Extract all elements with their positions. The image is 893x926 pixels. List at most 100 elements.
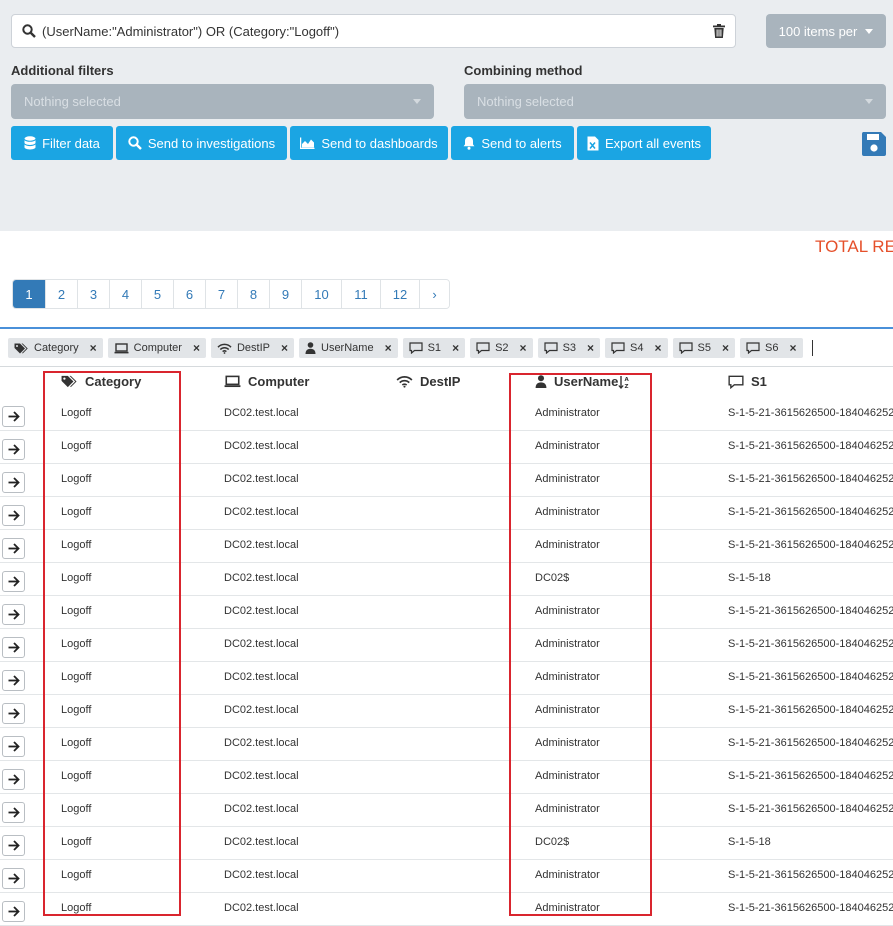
- cell-computer: DC02.test.local: [224, 671, 299, 683]
- open-event-button[interactable]: [2, 637, 25, 658]
- arrow-right-icon: [8, 477, 20, 488]
- page-button[interactable]: 8: [238, 280, 270, 308]
- excel-file-icon: [587, 136, 599, 150]
- field-chip-s3[interactable]: S3 ×: [537, 338, 601, 358]
- open-event-button[interactable]: [2, 769, 25, 790]
- open-event-button[interactable]: [2, 868, 25, 889]
- filter-data-button[interactable]: Filter data: [11, 126, 113, 160]
- page-button[interactable]: 5: [142, 280, 174, 308]
- arrow-right-icon: [8, 543, 20, 554]
- close-icon[interactable]: ×: [193, 341, 200, 355]
- cell-s1: S-1-5-21-3615626500-1840462520: [728, 407, 893, 419]
- close-icon[interactable]: ×: [90, 341, 97, 355]
- page-button[interactable]: 6: [174, 280, 206, 308]
- send-to-investigations-button[interactable]: Send to investigations: [116, 126, 287, 160]
- close-icon[interactable]: ×: [587, 341, 594, 355]
- export-all-events-label: Export all events: [604, 135, 702, 151]
- save-icon[interactable]: [861, 131, 887, 157]
- open-event-button[interactable]: [2, 835, 25, 856]
- arrow-right-icon: [8, 741, 20, 752]
- page-button[interactable]: 11: [342, 280, 381, 308]
- highlight-box-username: [509, 373, 652, 916]
- additional-filters-select[interactable]: Nothing selected: [11, 84, 434, 119]
- arrow-right-icon: [8, 774, 20, 785]
- chip-label: S1: [427, 342, 442, 354]
- arrow-right-icon: [8, 708, 20, 719]
- cell-computer: DC02.test.local: [224, 836, 299, 848]
- close-icon[interactable]: ×: [385, 341, 392, 355]
- field-chip-s4[interactable]: S4 ×: [605, 338, 668, 358]
- send-to-alerts-label: Send to alerts: [481, 135, 562, 151]
- field-chip-s2[interactable]: S2 ×: [470, 338, 533, 358]
- export-all-events-button[interactable]: Export all events: [577, 126, 711, 160]
- field-chip-computer[interactable]: Computer ×: [107, 338, 206, 358]
- cell-s1: S-1-5-21-3615626500-1840462520: [728, 605, 893, 617]
- open-event-button[interactable]: [2, 571, 25, 592]
- field-chip-destip[interactable]: DestIP ×: [210, 338, 294, 358]
- laptop-icon: [224, 375, 241, 388]
- page-button[interactable]: 1: [13, 280, 46, 308]
- field-chip-username[interactable]: UserName ×: [299, 338, 398, 358]
- open-event-button[interactable]: [2, 472, 25, 493]
- cell-s1: S-1-5-21-3615626500-1840462520: [728, 803, 893, 815]
- close-icon[interactable]: ×: [789, 341, 796, 355]
- open-event-button[interactable]: [2, 406, 25, 427]
- cell-s1: S-1-5-21-3615626500-1840462520: [728, 869, 893, 881]
- open-event-button[interactable]: [2, 538, 25, 559]
- field-chip-s1[interactable]: S1 ×: [402, 338, 466, 358]
- chip-label: S4: [630, 342, 644, 354]
- cell-s1: S-1-5-21-3615626500-1840462520: [728, 770, 893, 782]
- open-event-button[interactable]: [2, 604, 25, 625]
- close-icon[interactable]: ×: [281, 341, 288, 355]
- open-event-button[interactable]: [2, 901, 25, 922]
- next-page-button[interactable]: ›: [420, 280, 449, 308]
- column-header-s1[interactable]: S1: [728, 374, 767, 389]
- comment-icon: [611, 342, 625, 354]
- send-to-dashboards-label: Send to dashboards: [321, 135, 438, 151]
- additional-filters-placeholder: Nothing selected: [24, 94, 121, 109]
- close-icon[interactable]: ×: [722, 341, 729, 355]
- column-header-computer[interactable]: Computer: [224, 374, 309, 389]
- open-event-button[interactable]: [2, 505, 25, 526]
- page-button[interactable]: 2: [46, 280, 78, 308]
- close-icon[interactable]: ×: [655, 341, 662, 355]
- cell-computer: DC02.test.local: [224, 704, 299, 716]
- cell-computer: DC02.test.local: [224, 539, 299, 551]
- open-event-button[interactable]: [2, 736, 25, 757]
- chip-label: Category: [34, 342, 79, 354]
- page-button[interactable]: 9: [270, 280, 302, 308]
- arrow-right-icon: [8, 807, 20, 818]
- highlight-box-category: [43, 371, 181, 916]
- chevron-down-icon: [865, 28, 874, 34]
- search-input[interactable]: (UserName:"Administrator") OR (Category:…: [11, 14, 736, 48]
- send-to-dashboards-button[interactable]: Send to dashboards: [290, 126, 448, 160]
- cell-computer: DC02.test.local: [224, 572, 299, 584]
- items-per-page-dropdown[interactable]: 100 items per: [766, 14, 886, 48]
- open-event-button[interactable]: [2, 802, 25, 823]
- open-event-button[interactable]: [2, 439, 25, 460]
- page-button[interactable]: 4: [110, 280, 142, 308]
- field-chip-s6[interactable]: S6 ×: [740, 338, 803, 358]
- close-icon[interactable]: ×: [520, 341, 527, 355]
- page-button[interactable]: 10: [302, 280, 342, 308]
- arrow-right-icon: [8, 840, 20, 851]
- cell-s1: S-1-5-21-3615626500-1840462520: [728, 473, 893, 485]
- open-event-button[interactable]: [2, 703, 25, 724]
- page-button[interactable]: 3: [78, 280, 110, 308]
- chip-label: S5: [697, 342, 711, 354]
- laptop-icon: [114, 342, 129, 353]
- cell-computer: DC02.test.local: [224, 869, 299, 881]
- cell-s1: S-1-5-21-3615626500-1840462520: [728, 638, 893, 650]
- combining-method-select[interactable]: Nothing selected: [464, 84, 886, 119]
- page-button[interactable]: 12: [381, 280, 420, 308]
- field-chip-category[interactable]: Category ×: [8, 338, 103, 358]
- trash-icon[interactable]: [713, 24, 725, 38]
- send-to-alerts-button[interactable]: Send to alerts: [451, 126, 574, 160]
- page-button[interactable]: 7: [206, 280, 238, 308]
- arrow-right-icon: [8, 411, 20, 422]
- close-icon[interactable]: ×: [452, 341, 459, 355]
- field-chip-s5[interactable]: S5 ×: [672, 338, 736, 358]
- open-event-button[interactable]: [2, 670, 25, 691]
- combining-method-placeholder: Nothing selected: [477, 94, 574, 109]
- column-header-destip[interactable]: DestIP: [396, 374, 460, 389]
